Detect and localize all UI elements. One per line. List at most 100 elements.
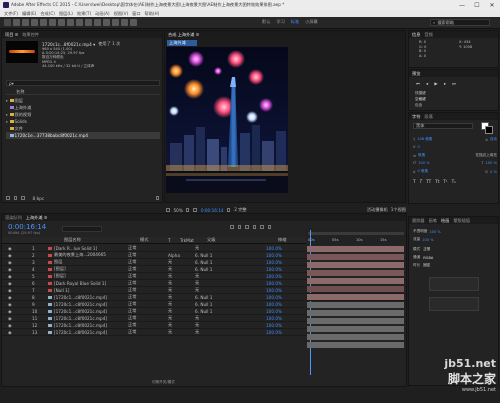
timeline-search-input[interactable]: [62, 226, 102, 232]
paint-source-options[interactable]: [429, 297, 479, 311]
minimize-button[interactable]: —: [455, 0, 469, 10]
time-ruler[interactable]: 00s 05s 10s 15s: [306, 230, 406, 244]
layer-stretch[interactable]: 100.0%: [266, 246, 282, 251]
list-item[interactable]: 文件: [6, 125, 160, 132]
layer-stretch[interactable]: 100.0%: [266, 323, 282, 328]
layer-name[interactable]: [1720c1...c8f0021c.mp4]: [54, 330, 128, 335]
layer-mode[interactable]: 正常: [128, 287, 168, 293]
pan-behind-tool-icon[interactable]: [58, 19, 65, 26]
visibility-eye-icon[interactable]: ◉: [8, 267, 12, 272]
label-color-swatch[interactable]: [48, 295, 52, 299]
layer-mode[interactable]: 正常: [128, 322, 168, 328]
tab-mask-interpolation[interactable]: 蒙版插值: [453, 218, 470, 224]
leading-value[interactable]: 自动: [490, 137, 497, 142]
list-item[interactable]: 1720c1e...37738babc8f0021c.mp4: [6, 132, 160, 139]
layer-parent[interactable]: 无: [195, 322, 266, 328]
type-tool-icon[interactable]: [85, 19, 92, 26]
layer-trkmat[interactable]: 无: [168, 273, 195, 279]
shy-layers-icon[interactable]: [245, 225, 249, 229]
layer-mode[interactable]: 正常: [128, 266, 168, 272]
menu-animation[interactable]: 动画(A): [95, 11, 110, 17]
tab-paint[interactable]: 绘画: [441, 218, 449, 224]
new-composition-icon[interactable]: [21, 196, 25, 200]
layer-name[interactable]: [1720c1...c8f0021c.mp4]: [54, 302, 128, 307]
pen-tool-icon[interactable]: [76, 19, 83, 26]
menu-file[interactable]: 文件(F): [4, 11, 18, 17]
label-color-swatch[interactable]: [48, 330, 52, 334]
magnification-icon[interactable]: [166, 208, 170, 212]
horizontal-scale-value[interactable]: 100 %: [486, 161, 497, 165]
layer-mode[interactable]: 正常: [128, 294, 168, 300]
layer-trkmat[interactable]: 无: [168, 294, 195, 300]
tsume-value[interactable]: 0 %: [490, 170, 497, 174]
visibility-eye-icon[interactable]: ◉: [8, 281, 12, 286]
visibility-eye-icon[interactable]: ◉: [8, 260, 12, 265]
camera-tool-icon[interactable]: [49, 19, 56, 26]
layer-name[interactable]: [1720c1...c8f0021c.mp4]: [54, 323, 128, 328]
layer-name[interactable]: [1720c1...c8f0021c.mp4]: [54, 316, 128, 321]
layer-parent[interactable]: 无: [195, 329, 266, 335]
layer-mode[interactable]: 正常: [128, 315, 168, 321]
new-folder-icon[interactable]: [13, 196, 17, 200]
layer-trkmat[interactable]: 无: [168, 329, 195, 335]
interpret-footage-icon[interactable]: [6, 196, 10, 200]
label-color-swatch[interactable]: [48, 316, 52, 320]
first-frame-icon[interactable]: ⏮: [415, 80, 421, 86]
maximize-button[interactable]: ☐: [470, 0, 484, 10]
layer-stretch[interactable]: 100.0%: [266, 288, 282, 293]
layer-parent[interactable]: 6. Null 1: [195, 302, 266, 307]
menu-layer[interactable]: 图层(L): [59, 11, 73, 17]
layer-stretch[interactable]: 100.0%: [266, 274, 282, 279]
layer-trkmat[interactable]: 无: [168, 308, 195, 314]
timeline-current-time[interactable]: 0:00:16:14: [8, 223, 46, 231]
zoom-level[interactable]: 50%: [174, 208, 183, 213]
layer-trkmat[interactable]: 无: [168, 287, 195, 293]
stroke-width-value[interactable]: 像素: [418, 153, 425, 158]
label-color-swatch[interactable]: [48, 253, 52, 257]
paint-opacity-value[interactable]: 100 %: [429, 230, 440, 234]
layer-duration-bar[interactable]: [307, 301, 404, 308]
layer-duration-bar[interactable]: [307, 317, 404, 324]
layer-stretch[interactable]: 100.0%: [266, 316, 282, 321]
font-size-value[interactable]: 108 像素: [417, 137, 432, 142]
visibility-eye-icon[interactable]: ◉: [8, 302, 12, 307]
label-color-swatch[interactable]: [48, 323, 52, 327]
workspace-default[interactable]: 默认: [262, 19, 270, 25]
selection-tool-icon[interactable]: [13, 19, 20, 26]
visibility-eye-icon[interactable]: ◉: [8, 309, 12, 314]
layer-stretch[interactable]: 100.0%: [266, 253, 282, 258]
layer-duration-bar[interactable]: [307, 261, 404, 268]
vertical-scale-value[interactable]: 100 %: [418, 161, 429, 165]
visibility-eye-icon[interactable]: ◉: [8, 288, 12, 293]
help-search-field[interactable]: ⌕ 搜索帮助: [430, 19, 490, 26]
layer-name[interactable]: [1720c1...c8f0021c.mp4]: [54, 309, 128, 314]
list-item[interactable]: 上海外滩: [6, 104, 160, 111]
layer-name[interactable]: 最美的夜景上海...2004665: [54, 252, 128, 258]
menu-view[interactable]: 视图(V): [114, 11, 129, 17]
home-icon[interactable]: [4, 19, 11, 26]
tab-project[interactable]: 项目 ≡: [5, 32, 18, 38]
motion-blur-icon[interactable]: [260, 225, 264, 229]
layer-trkmat[interactable]: 无: [168, 266, 195, 272]
rotation-tool-icon[interactable]: [40, 19, 47, 26]
column-stretch[interactable]: 伸缩: [278, 237, 286, 243]
all-caps-button[interactable]: TT: [426, 179, 431, 184]
column-mode[interactable]: 模式: [140, 237, 148, 243]
label-color-swatch[interactable]: [48, 246, 52, 250]
list-item[interactable]: ▸ Solids: [6, 118, 160, 125]
menu-composition[interactable]: 合成(C): [40, 11, 55, 17]
mask-tool-icon[interactable]: [67, 19, 74, 26]
label-color-swatch[interactable]: [48, 274, 52, 278]
tab-audio[interactable]: 音频: [424, 32, 432, 38]
label-color-swatch[interactable]: [48, 302, 52, 306]
paint-mode-select[interactable]: 正常: [423, 247, 430, 252]
visibility-eye-icon[interactable]: ◉: [8, 274, 12, 279]
layer-name[interactable]: 图层: [54, 259, 128, 265]
paint-duration-select[interactable]: 固定: [423, 263, 430, 268]
layer-mode[interactable]: 正常: [128, 308, 168, 314]
tab-preview[interactable]: 预览: [412, 71, 420, 77]
layer-parent[interactable]: 无: [195, 245, 266, 251]
visibility-eye-icon[interactable]: ◉: [8, 253, 12, 258]
visibility-eye-icon[interactable]: ◉: [8, 330, 12, 335]
layer-name[interactable]: [Dark R...lue Solid 1]: [54, 246, 128, 251]
